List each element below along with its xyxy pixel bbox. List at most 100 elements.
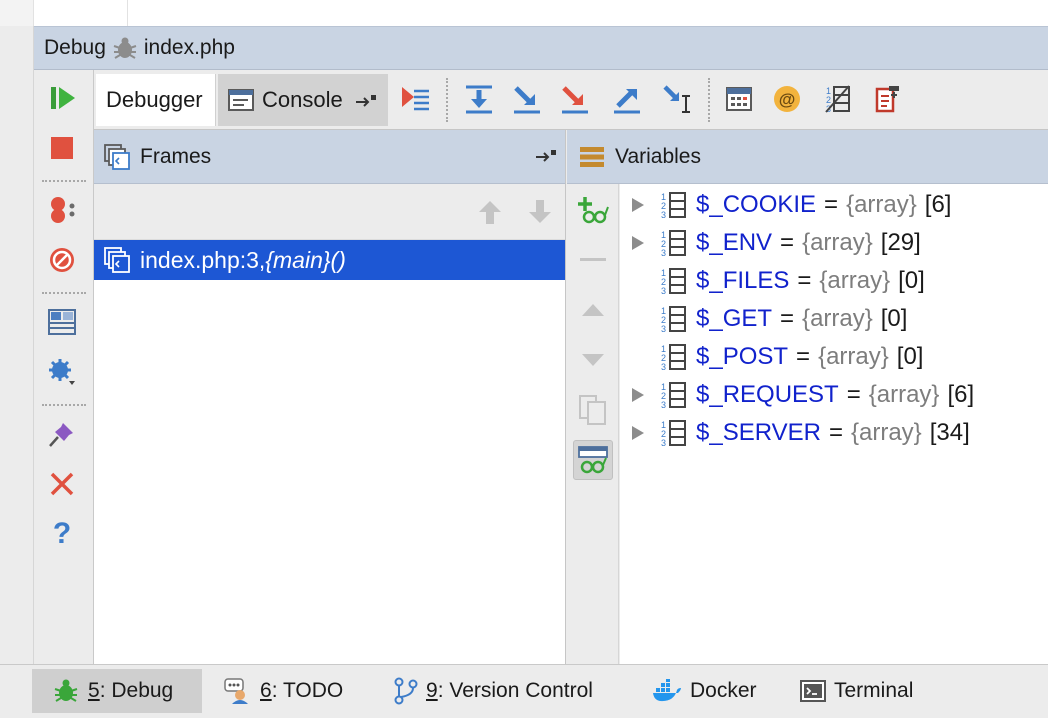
frames-panel: Frames index.php:3, {main}() bbox=[94, 130, 566, 664]
expand-arrow-icon[interactable] bbox=[620, 425, 656, 441]
expand-arrow-icon[interactable] bbox=[620, 235, 656, 251]
ignore-breakpoints-button[interactable]: 123 bbox=[820, 82, 854, 116]
todo-icon bbox=[224, 678, 252, 704]
clipboard-icon bbox=[872, 84, 902, 114]
force-step-into-button[interactable] bbox=[558, 82, 592, 116]
add-watch-icon bbox=[577, 195, 609, 225]
toolbar-separator bbox=[42, 180, 86, 182]
expand-arrow-icon[interactable] bbox=[620, 387, 656, 403]
evaluate-expression-button[interactable] bbox=[722, 82, 756, 116]
variable-equals: = bbox=[780, 305, 795, 332]
docker-tool-button[interactable]: Docker bbox=[632, 669, 782, 713]
restore-layout-button[interactable] bbox=[46, 306, 78, 338]
pin-tab-button[interactable] bbox=[46, 418, 78, 450]
variable-row-request[interactable]: 123 $_REQUEST = {array} [6] bbox=[620, 376, 974, 414]
pin-console-icon[interactable] bbox=[355, 93, 377, 107]
editor-gutter bbox=[0, 0, 34, 26]
console-icon bbox=[228, 88, 254, 112]
todo-tool-label: : TODO bbox=[271, 679, 344, 702]
editor-line-numbers bbox=[34, 0, 128, 26]
variable-type: {array} bbox=[868, 381, 940, 408]
stop-icon bbox=[49, 135, 75, 161]
frame-icon bbox=[104, 247, 130, 273]
debug-side-toolbar: ? bbox=[34, 70, 94, 664]
help-button[interactable]: ? bbox=[46, 516, 78, 548]
svg-text:3: 3 bbox=[661, 210, 666, 219]
move-watch-up-button[interactable] bbox=[573, 290, 613, 330]
numbered-list-icon: 123 bbox=[822, 84, 852, 114]
view-breakpoints-button[interactable] bbox=[46, 194, 78, 226]
terminal-tool-button[interactable]: Terminal bbox=[780, 669, 950, 713]
tab-console-label: Console bbox=[262, 87, 343, 112]
new-watch-button[interactable] bbox=[573, 190, 613, 230]
copy-watch-button[interactable] bbox=[573, 390, 613, 430]
next-frame-button[interactable] bbox=[526, 198, 554, 226]
break-at-first-line-button[interactable]: @ bbox=[770, 82, 804, 116]
mute-breakpoints-button[interactable] bbox=[46, 244, 78, 276]
step-into-button[interactable] bbox=[510, 82, 544, 116]
debug-title-label: Debug bbox=[44, 36, 106, 59]
toolbar-separator bbox=[42, 404, 86, 406]
move-watch-down-button[interactable] bbox=[573, 340, 613, 380]
frames-icon bbox=[104, 143, 130, 170]
variable-equals: = bbox=[828, 419, 843, 446]
debug-tab-row: Debugger Console @ 1 2 bbox=[94, 70, 1048, 130]
show-execution-point-button[interactable] bbox=[398, 82, 432, 116]
terminal-tool-label: Terminal bbox=[834, 679, 914, 702]
vcs-icon bbox=[394, 677, 418, 705]
variable-row-post[interactable]: 123 $_POST = {array} [0] bbox=[620, 338, 923, 376]
variables-tree: 123 $_COOKIE = {array} [6] 123 $_ENV = {… bbox=[620, 184, 1048, 664]
run-to-cursor-button[interactable] bbox=[660, 82, 694, 116]
toolbar-separator bbox=[708, 78, 710, 122]
settings-button[interactable] bbox=[46, 356, 78, 388]
step-over-button[interactable] bbox=[462, 82, 496, 116]
pin-icon bbox=[47, 419, 77, 449]
breakpoints-icon bbox=[46, 194, 78, 226]
close-button[interactable] bbox=[46, 468, 78, 500]
variable-count: [0] bbox=[880, 305, 908, 332]
step-over-icon bbox=[464, 84, 494, 114]
array-icon: 123 bbox=[656, 305, 692, 333]
mark-object-button[interactable] bbox=[870, 82, 904, 116]
debug-tool-button[interactable]: 5: Debug bbox=[32, 669, 202, 713]
tool-window-bar: 5: Debug 6: TODO 9: Version Control Dock… bbox=[0, 664, 1048, 718]
variable-row-files[interactable]: 123 $_FILES = {array} [0] bbox=[620, 262, 925, 300]
variable-name: $_GET bbox=[696, 305, 773, 332]
frames-header: Frames bbox=[94, 130, 565, 184]
bug-icon bbox=[52, 678, 80, 704]
variable-row-cookie[interactable]: 123 $_COOKIE = {array} [6] bbox=[620, 186, 951, 224]
variable-name: $_FILES bbox=[696, 267, 790, 294]
docker-icon bbox=[652, 679, 682, 703]
remove-watch-button[interactable] bbox=[573, 240, 613, 280]
resume-program-button[interactable] bbox=[46, 82, 78, 114]
variable-row-env[interactable]: 123 $_ENV = {array} [29] bbox=[620, 224, 921, 262]
pin-frames-icon[interactable] bbox=[535, 148, 557, 162]
expand-arrow-icon[interactable] bbox=[620, 197, 656, 213]
variable-name: $_POST bbox=[696, 343, 789, 370]
variable-type: {array} bbox=[819, 267, 891, 294]
frames-title: Frames bbox=[140, 144, 212, 168]
frame-row[interactable]: index.php:3, {main}() bbox=[94, 240, 565, 280]
tab-debugger[interactable]: Debugger bbox=[96, 74, 216, 126]
svg-text:3: 3 bbox=[661, 362, 666, 371]
stop-button[interactable] bbox=[46, 132, 78, 164]
todo-tool-button[interactable]: 6: TODO bbox=[204, 669, 374, 713]
variable-row-get[interactable]: 123 $_GET = {array} [0] bbox=[620, 300, 907, 338]
arrow-up-icon bbox=[478, 199, 502, 225]
step-out-button[interactable] bbox=[610, 82, 644, 116]
variable-name: $_ENV bbox=[696, 229, 773, 256]
variable-type: {array} bbox=[850, 419, 922, 446]
previous-frame-button[interactable] bbox=[476, 198, 504, 226]
copy-icon bbox=[578, 394, 608, 426]
svg-text:?: ? bbox=[53, 517, 71, 548]
array-icon: 123 bbox=[656, 191, 692, 219]
show-watches-button[interactable] bbox=[573, 440, 613, 480]
frame-function: {main}() bbox=[265, 246, 346, 273]
version-control-tool-button[interactable]: 9: Version Control bbox=[374, 669, 624, 713]
tab-console[interactable]: Console bbox=[218, 74, 388, 126]
force-step-into-icon bbox=[560, 84, 590, 114]
variable-count: [34] bbox=[929, 419, 970, 446]
variable-row-server[interactable]: 123 $_SERVER = {array} [34] bbox=[620, 414, 970, 452]
triangle-up-icon bbox=[581, 302, 605, 318]
array-icon: 123 bbox=[656, 229, 692, 257]
